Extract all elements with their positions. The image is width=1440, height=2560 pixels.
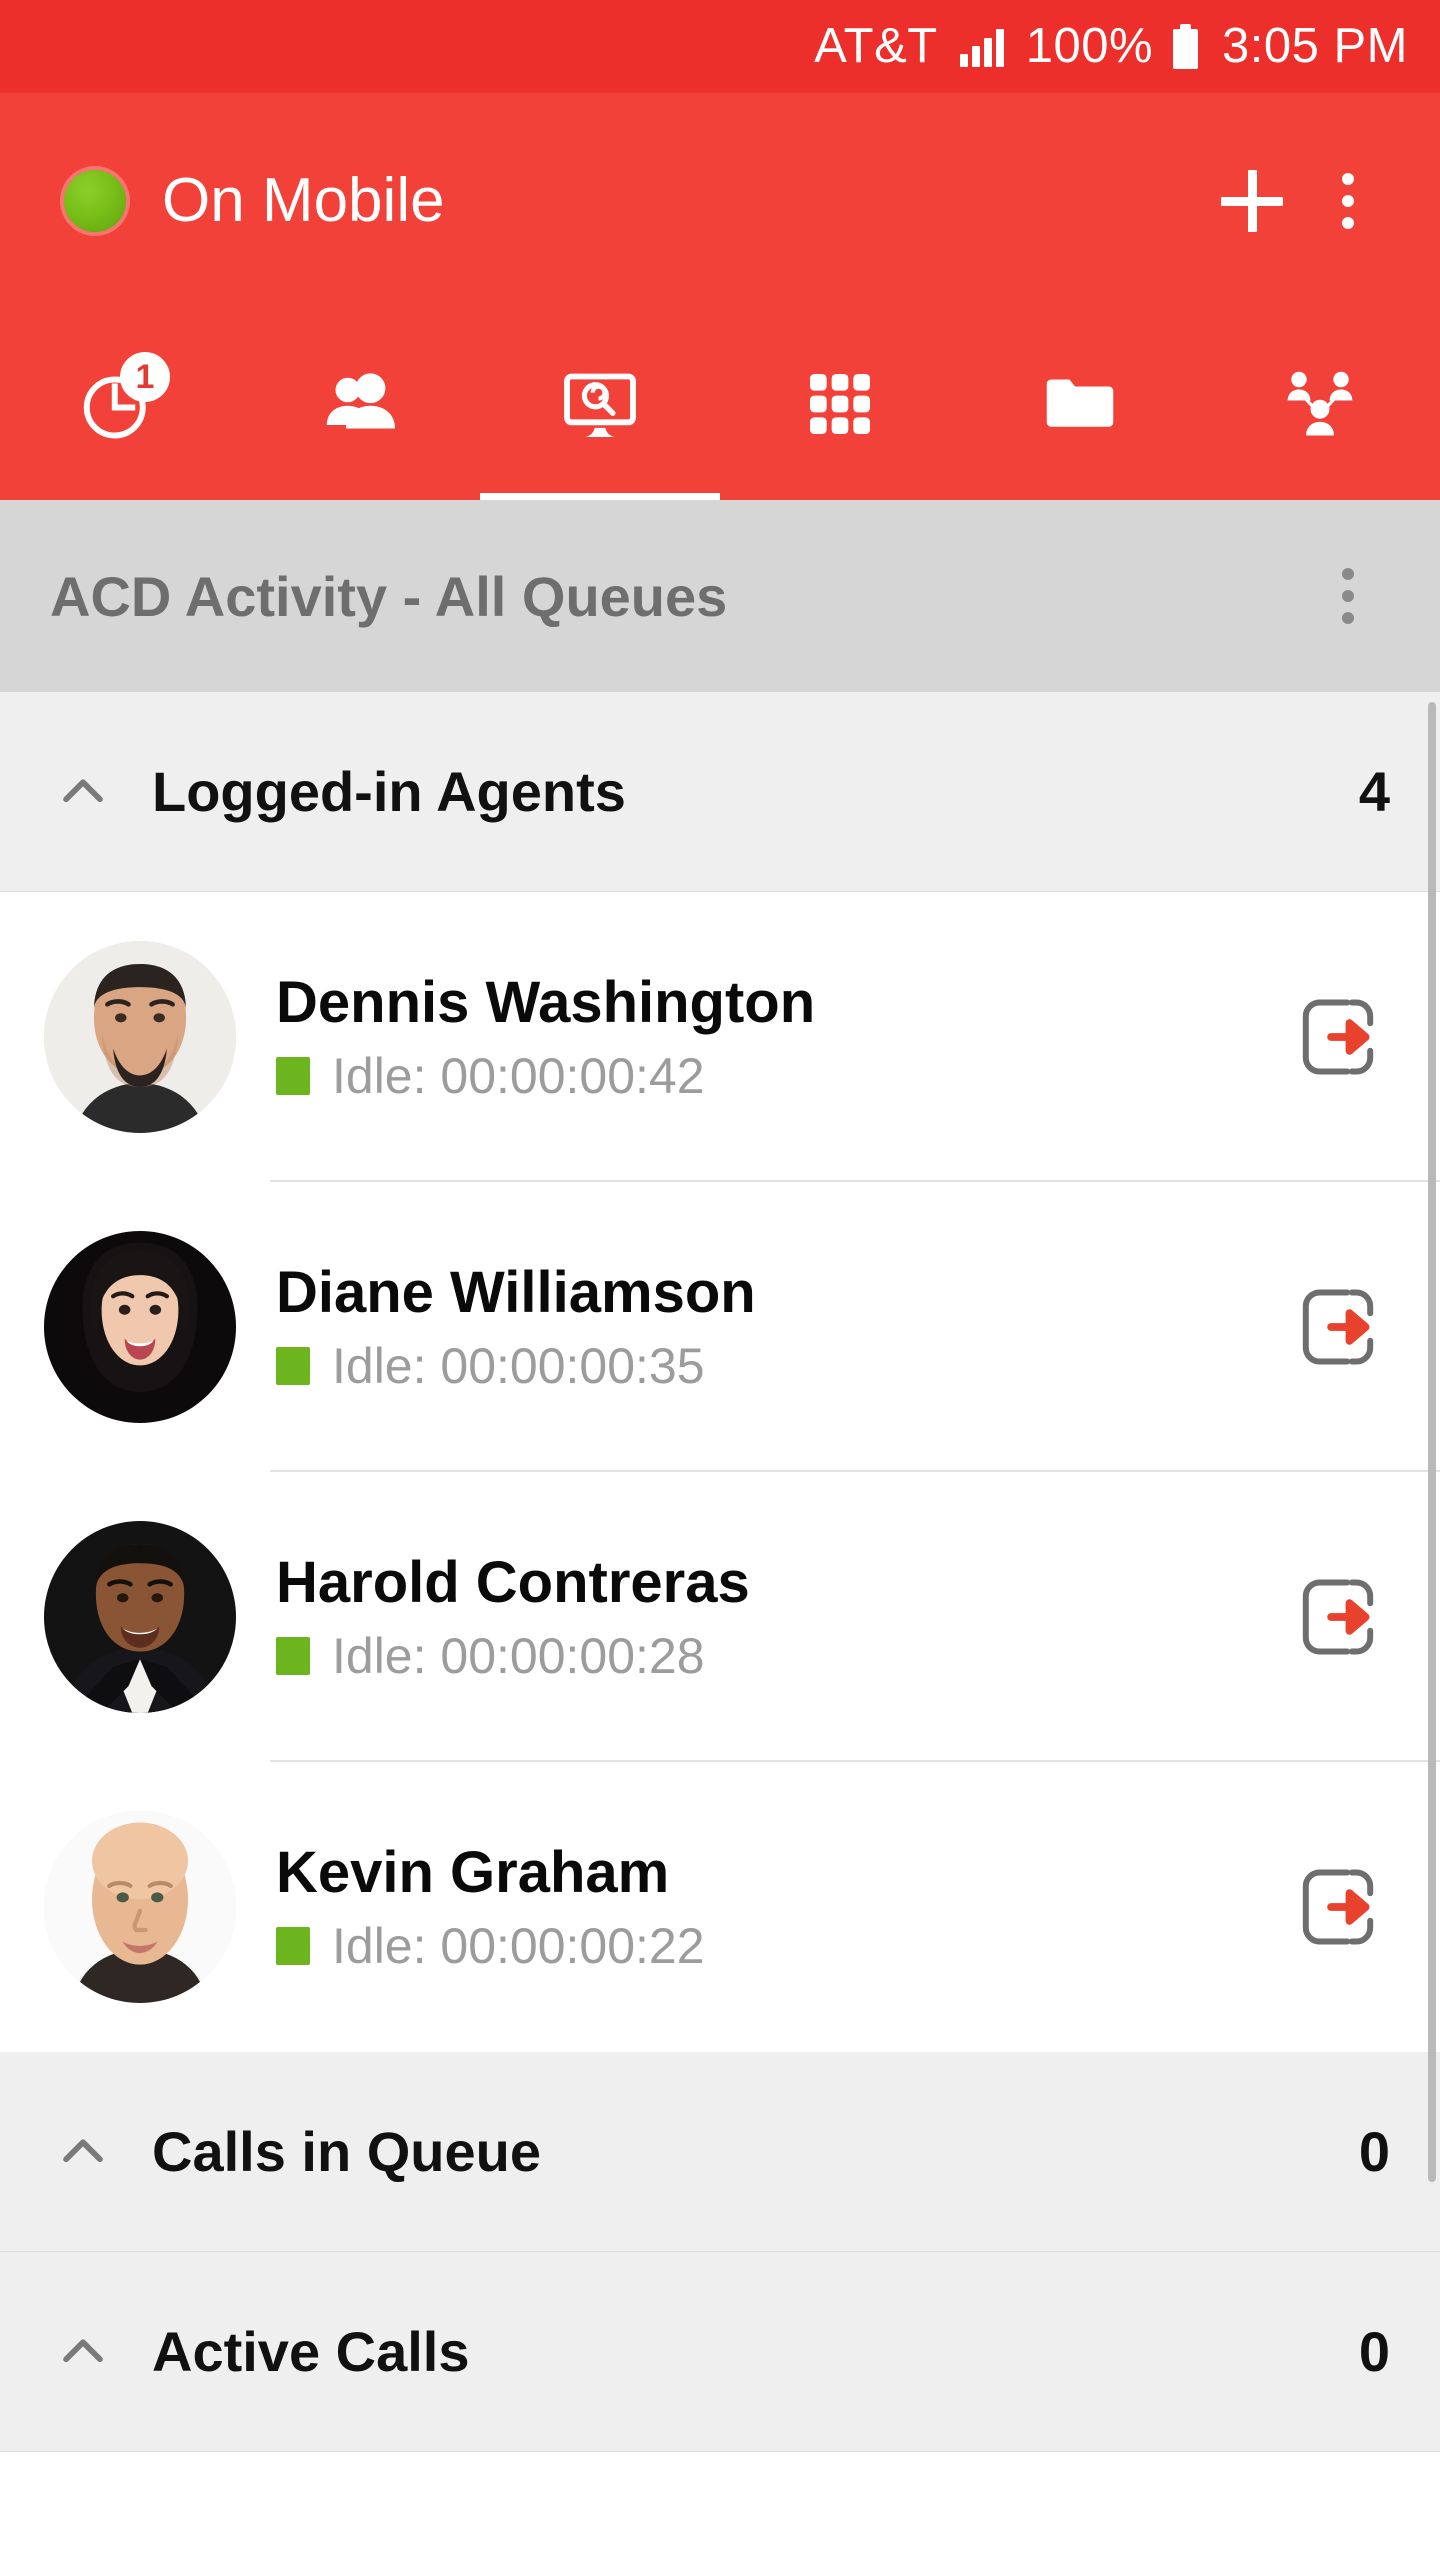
agent-state-text: Idle: 00:00:00:28 (332, 1628, 705, 1685)
tab-dialpad[interactable] (720, 308, 960, 500)
monitor-search-icon (548, 356, 652, 452)
agent-name: Harold Contreras (276, 1549, 750, 1615)
sign-out-icon (1302, 1289, 1374, 1365)
chevron-up-icon (52, 2321, 114, 2383)
section-count: 4 (1358, 760, 1390, 823)
section-header-logged-in-agents[interactable]: Logged-in Agents 4 (0, 692, 1440, 892)
add-button[interactable] (1204, 153, 1300, 249)
sign-out-icon (1302, 999, 1374, 1075)
avatar (44, 1811, 236, 2003)
plus-icon (1221, 169, 1283, 232)
section-label: Active Calls (152, 2320, 470, 2383)
main-tab-bar: 1 (0, 308, 1440, 500)
agent-state-text: Idle: 00:00:00:22 (332, 1918, 705, 1975)
section-label: Logged-in Agents (152, 760, 626, 823)
sign-out-button[interactable] (1286, 985, 1390, 1089)
signal-bars-icon (959, 27, 1004, 67)
system-status-bar: AT&T 100% 3:05 PM (0, 0, 1440, 93)
status-badge (276, 1927, 310, 1966)
carrier-label: AT&T (814, 19, 938, 73)
tab-badge-count: 1 (120, 352, 170, 402)
table-row[interactable]: Dennis Washington Idle: 00:00:00:42 (0, 892, 1440, 1182)
status-badge (276, 1637, 310, 1676)
presence-status-label[interactable]: On Mobile (162, 169, 445, 232)
avatar (44, 1231, 236, 1423)
clock-history-icon: 1 (68, 352, 172, 452)
more-vertical-icon (1342, 568, 1354, 624)
section-count: 0 (1358, 2120, 1390, 2183)
section-header-calls-in-queue[interactable]: Calls in Queue 0 (0, 2052, 1440, 2252)
agent-status: Idle: 00:00:00:28 (276, 1631, 750, 1681)
battery-percent-label: 100% (1025, 19, 1154, 73)
section-header-active-calls[interactable]: Active Calls 0 (0, 2252, 1440, 2452)
active-tab-indicator (480, 493, 720, 500)
clock-label: 3:05 PM (1222, 19, 1408, 73)
tab-supervisor-monitor[interactable] (480, 308, 720, 500)
app-bar: On Mobile (0, 93, 1440, 308)
tab-conference[interactable] (1200, 308, 1440, 500)
agent-name: Kevin Graham (276, 1839, 670, 1905)
panel-overflow-button[interactable] (1300, 548, 1396, 644)
agent-name: Diane Williamson (276, 1259, 756, 1325)
sign-out-button[interactable] (1286, 1855, 1390, 1959)
battery-full-icon (1173, 24, 1199, 69)
agent-info: Dennis Washington Idle: 00:00:00:42 (276, 969, 816, 1101)
chevron-up-icon (52, 2121, 114, 2183)
status-badge (276, 1347, 310, 1386)
status-badge (276, 1057, 310, 1096)
panel-title-bar: ACD Activity - All Queues (0, 500, 1440, 692)
agent-info: Kevin Graham Idle: 00:00:00:22 (276, 1839, 705, 1971)
tab-contacts[interactable] (240, 308, 480, 500)
table-row[interactable]: Harold Contreras Idle: 00:00:00:28 (0, 1472, 1440, 1762)
agent-name: Dennis Washington (276, 969, 816, 1035)
panel-title: ACD Activity - All Queues (50, 564, 728, 628)
tab-directory-folder[interactable] (960, 308, 1200, 500)
avatar (44, 1521, 236, 1713)
agent-info: Diane Williamson Idle: 00:00:00:35 (276, 1259, 756, 1391)
agent-state-text: Idle: 00:00:00:42 (332, 1048, 705, 1105)
agent-status: Idle: 00:00:00:35 (276, 1341, 756, 1391)
tab-call-history[interactable]: 1 (0, 308, 240, 500)
agent-state-text: Idle: 00:00:00:35 (332, 1338, 705, 1395)
sign-out-icon (1302, 1869, 1374, 1945)
agent-status: Idle: 00:00:00:22 (276, 1921, 705, 1971)
presence-status-dot-icon[interactable] (64, 169, 126, 232)
agent-list: Dennis Washington Idle: 00:00:00:42 Dian… (0, 892, 1440, 2052)
more-vertical-icon (1342, 172, 1354, 229)
section-count: 0 (1358, 2320, 1390, 2383)
sign-out-icon (1302, 1579, 1374, 1655)
people-icon (308, 356, 412, 452)
dialpad-grid-icon (788, 356, 892, 452)
folder-icon (1028, 356, 1132, 452)
table-row[interactable]: Kevin Graham Idle: 00:00:00:22 (0, 1762, 1440, 2052)
table-row[interactable]: Diane Williamson Idle: 00:00:00:35 (0, 1182, 1440, 1472)
sign-out-button[interactable] (1286, 1565, 1390, 1669)
group-network-icon (1268, 356, 1372, 452)
avatar (44, 941, 236, 1133)
app-bar-overflow-button[interactable] (1300, 153, 1396, 249)
section-label: Calls in Queue (152, 2120, 541, 2183)
phone-screen: AT&T 100% 3:05 PM On Mobile 1 ACD Activi… (0, 0, 1440, 2560)
agent-status: Idle: 00:00:00:42 (276, 1051, 815, 1101)
acd-activity-content: Logged-in Agents 4 Dennis Washington Idl… (0, 692, 1440, 2560)
vertical-scrollbar[interactable] (1428, 702, 1436, 2182)
chevron-up-icon (52, 761, 114, 823)
sign-out-button[interactable] (1286, 1275, 1390, 1379)
agent-info: Harold Contreras Idle: 00:00:00:28 (276, 1549, 750, 1681)
